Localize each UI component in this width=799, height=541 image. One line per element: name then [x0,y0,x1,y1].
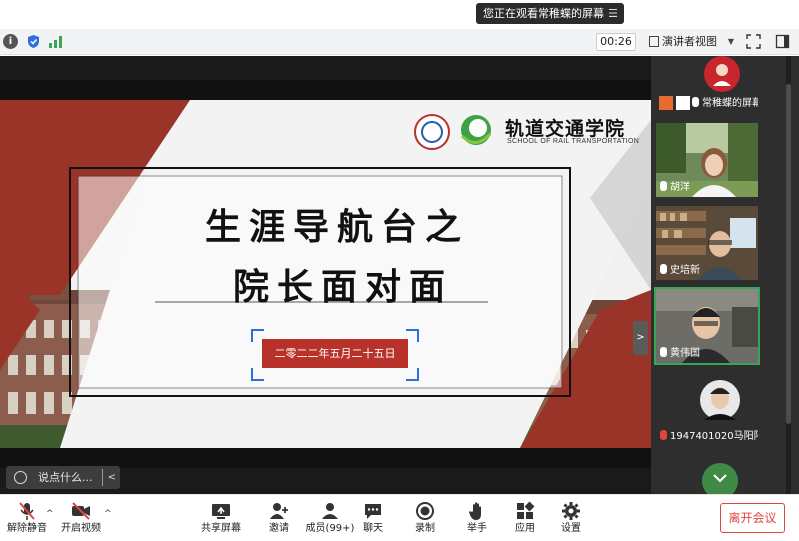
participant-tile-active[interactable]: 黄伟国 [654,287,760,365]
unmute-label: 解除静音 [7,523,47,534]
add-user-icon [270,503,288,519]
record-label: 录制 [415,523,435,534]
participant-tile[interactable]: 1947401020马阳阳 [656,372,758,446]
unmute-button[interactable]: 解除静音 [0,501,54,539]
invite-button[interactable]: 邀请 [252,501,306,539]
scrollbar-thumb[interactable] [786,84,791,424]
emoji-icon[interactable] [14,471,27,484]
slide-date: 二零二二年五月二十五日 [274,347,396,360]
participant-name: 黄伟国 [660,347,700,360]
settings-label: 设置 [561,523,581,534]
school-name-en: SCHOOL OF RAIL TRANSPORTATION [507,138,640,145]
chat-label: 聊天 [363,523,383,534]
meeting-timer: 00:26 [596,33,636,51]
participant-tile[interactable]: 胡洋 [656,123,758,197]
hand-icon [469,502,481,520]
shared-screen[interactable]: 轨道交通学院 SCHOOL OF RAIL TRANSPORTATION 生涯导… [0,56,651,494]
collapse-panel-button[interactable]: > [633,321,648,355]
chat-button[interactable]: 聊天 [346,501,400,539]
fullscreen-icon[interactable] [746,34,761,49]
slide-title-line2: 院长面对面 [233,266,454,308]
mic-muted-icon [660,430,667,440]
view-mode-label: 演讲者视图 [662,35,717,48]
participant-name: 1947401020马阳阳 [660,430,758,443]
bottom-control-bar: 解除静音 ^ 开启视频 ^ 共享屏幕 邀请 成员(99+) 聊天 录制 举手 应… [0,494,799,541]
participant-name: 常稚蝶的屏幕共享 [692,97,758,110]
start-video-label: 开启视频 [61,523,101,534]
participant-tile[interactable] [656,455,758,494]
panel-toggle-icon[interactable] [775,34,790,49]
shield-icon[interactable] [26,34,41,49]
share-screen-label: 共享屏幕 [201,523,241,534]
meeting-window: 您正在观看常稚蝶的屏幕 ☰ i 00:26 演讲者视图 ▼ 轨道交通学院 SCH… [0,0,799,541]
apps-icon [517,501,535,519]
settings-button[interactable]: 设置 [544,501,598,539]
participant-name: 胡洋 [660,181,690,194]
mic-icon [692,97,699,107]
school-name: 轨道交通学院 [505,118,626,140]
invite-label: 邀请 [269,523,289,534]
divider [102,469,103,486]
share-screen-button[interactable]: 共享屏幕 [194,501,248,539]
screen-sharing-banner[interactable]: 您正在观看常稚蝶的屏幕 ☰ [476,3,624,24]
view-mode-select[interactable]: 演讲者视图 ▼ [646,33,736,51]
participant-tile[interactable]: 史培新 [656,206,758,280]
record-icon [416,502,434,520]
presentation-slide: 轨道交通学院 SCHOOL OF RAIL TRANSPORTATION 生涯导… [0,80,651,468]
chevron-down-icon: ▼ [727,37,734,46]
meeting-toolbar: i 00:26 演讲者视图 ▼ [0,29,799,55]
record-button[interactable]: 录制 [398,501,452,539]
slide-title-line1: 生涯导航台之 [205,206,470,248]
speaker-view-icon [649,36,659,47]
chevron-up-icon[interactable]: ^ [46,509,54,519]
chat-placeholder: 说点什么... [38,471,93,484]
gear-icon [562,502,580,520]
mic-icon [660,264,667,274]
menu-icon[interactable]: ☰ [608,3,618,24]
participant-name: 史培新 [660,264,700,277]
leave-meeting-button[interactable]: 离开会议 [720,503,785,533]
camera-off-icon [72,502,90,520]
participant-panel: 常稚蝶的屏幕共享 胡洋 [651,56,799,494]
chevron-up-icon[interactable]: ^ [104,509,112,519]
participant-tile[interactable]: 常稚蝶的屏幕共享 [656,56,758,116]
members-icon [322,503,338,519]
top-strip: 您正在观看常稚蝶的屏幕 ☰ [0,0,799,28]
mic-muted-icon [19,502,35,520]
share-screen-icon [212,504,230,519]
signal-icon[interactable] [48,34,63,49]
mic-icon [660,181,667,191]
chat-input-pill[interactable]: 说点什么... < [6,466,120,489]
sharing-banner-text: 您正在观看常稚蝶的屏幕 [483,7,604,20]
raise-hand-label: 举手 [467,523,487,534]
chat-icon [365,504,381,519]
raise-hand-button[interactable]: 举手 [450,501,504,539]
avatar [702,463,738,494]
start-video-button[interactable]: 开启视频 [54,501,108,539]
mic-icon [660,347,667,357]
info-icon[interactable]: i [3,34,18,49]
chevron-left-icon[interactable]: < [108,466,116,489]
